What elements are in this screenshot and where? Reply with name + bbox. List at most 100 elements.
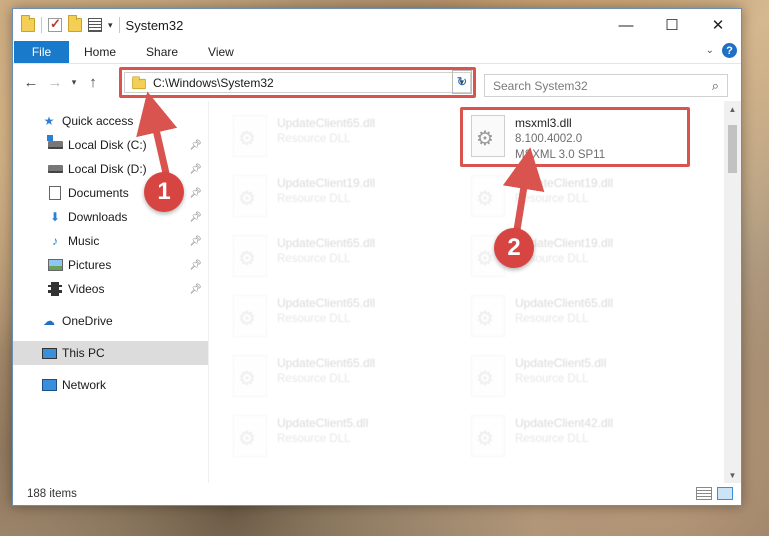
pictures-icon [47, 258, 63, 272]
pin-icon[interactable]: 📌︎ [189, 188, 202, 199]
window-controls: — ☐ ✕ [603, 9, 741, 41]
pin-icon[interactable]: 📌︎ [189, 164, 202, 175]
dll-file-icon [233, 115, 267, 157]
customize-toolbar-caret-icon[interactable]: ▾ [108, 20, 113, 31]
file-name: UpdateClient19.dll [277, 176, 376, 190]
maximize-button[interactable]: ☐ [649, 9, 695, 41]
file-type: Resource DLL [277, 313, 351, 325]
address-path[interactable]: C:\Windows\System32 [153, 76, 274, 90]
search-placeholder: Search System32 [493, 78, 588, 93]
sidebar-item-label: This PC [62, 346, 105, 360]
ribbon-tabs: File Home Share View ⌄ ? [13, 41, 741, 63]
pin-icon[interactable]: 📌︎ [189, 260, 202, 271]
new-folder-icon[interactable] [68, 15, 82, 32]
explorer-window: ▾ System32 — ☐ ✕ File Home Share View ⌄ … [12, 8, 742, 506]
file-type: Resource DLL [515, 313, 589, 325]
pin-icon[interactable]: 📌︎ [189, 236, 202, 247]
star-icon: ★ [43, 114, 55, 128]
address-bar[interactable]: C:\Windows\System32 ▾ [124, 72, 471, 93]
file-item[interactable]: UpdateClient65.dll Resource DLL [467, 291, 687, 345]
help-icon[interactable]: ? [722, 43, 737, 58]
network-icon [41, 378, 57, 392]
file-name: UpdateClient65.dll [277, 236, 376, 250]
sidebar-item-label: Quick access [62, 114, 134, 128]
file-name: UpdateClient65.dll [277, 116, 376, 130]
this-pc-icon [41, 346, 57, 360]
file-name: UpdateClient42.dll [515, 416, 614, 430]
tab-share[interactable]: Share [131, 41, 193, 63]
search-icon[interactable]: ⌕ [712, 78, 719, 94]
up-button[interactable]: ↑ [81, 74, 105, 91]
properties-check-icon[interactable] [48, 16, 62, 32]
sidebar-item-label: Local Disk (C:) [68, 138, 147, 152]
drive-c-icon [46, 135, 63, 152]
pin-icon[interactable]: 📌︎ [189, 140, 202, 151]
sidebar-item-network[interactable]: Network [13, 373, 208, 397]
expand-ribbon-chevron-icon[interactable]: ⌄ [706, 45, 714, 56]
back-button[interactable]: ← [19, 74, 43, 91]
file-name: UpdateClient5.dll [515, 356, 607, 370]
dll-file-icon [471, 295, 505, 337]
sidebar-item-label: Downloads [68, 210, 128, 224]
scroll-up-icon[interactable]: ▲ [724, 101, 741, 117]
sidebar-item-this-pc[interactable]: This PC [13, 341, 208, 365]
scroll-thumb[interactable] [728, 125, 737, 173]
vertical-scrollbar[interactable]: ▲ ▼ [724, 101, 741, 483]
sidebar-item-onedrive[interactable]: ☁ OneDrive [13, 309, 208, 333]
scroll-down-icon[interactable]: ▼ [724, 467, 741, 483]
sidebar-item-label: Network [62, 378, 107, 392]
close-button[interactable]: ✕ [695, 9, 741, 41]
file-type: Resource DLL [515, 373, 589, 385]
step-2-badge: 2 [494, 228, 534, 268]
window-title: System32 [125, 17, 184, 33]
quick-access-toolbar: ▾ [13, 9, 120, 41]
music-icon: ♪ [52, 234, 58, 248]
sidebar-item-downloads[interactable]: ⬇ Downloads 📌︎ [13, 205, 208, 229]
file-type: Resource DLL [515, 193, 589, 205]
file-item[interactable]: UpdateClient42.dll Resource DLL [467, 411, 687, 465]
file-type: Resource DLL [277, 193, 351, 205]
toolbar-divider [118, 17, 120, 33]
large-icons-view-icon[interactable] [717, 487, 733, 500]
file-item[interactable]: UpdateClient5.dll Resource DLL [229, 411, 449, 465]
sidebar-item-local-disk-d[interactable]: Local Disk (D:) 📌︎ [13, 157, 208, 181]
sidebar-item-quick-access[interactable]: ★ Quick access [13, 109, 208, 133]
tab-view[interactable]: View [193, 41, 249, 63]
sidebar-item-pictures[interactable]: Pictures 📌︎ [13, 253, 208, 277]
file-item[interactable]: UpdateClient65.dll Resource DLL [229, 351, 449, 405]
pin-icon[interactable]: 📌︎ [189, 212, 202, 223]
file-item[interactable]: UpdateClient19.dll Resource DLL [467, 171, 687, 225]
view-properties-icon[interactable] [88, 18, 102, 32]
file-type: Resource DLL [277, 253, 351, 265]
sidebar-item-local-disk-c[interactable]: Local Disk (C:) 📌︎ [13, 133, 208, 157]
file-item[interactable]: UpdateClient65.dll Resource DLL [229, 111, 449, 165]
file-type: Resource DLL [277, 373, 351, 385]
file-name: UpdateClient65.dll [277, 296, 376, 310]
sidebar-item-music[interactable]: ♪ Music 📌︎ [13, 229, 208, 253]
download-icon: ⬇ [49, 210, 61, 224]
file-type: Resource DLL [277, 133, 351, 145]
file-item[interactable]: UpdateClient65.dll Resource DLL [229, 231, 449, 285]
details-view-icon[interactable] [696, 487, 712, 500]
minimize-button[interactable]: — [603, 9, 649, 41]
tab-file[interactable]: File [14, 41, 69, 63]
refresh-button[interactable]: ↻ [452, 70, 472, 94]
folder-icon [21, 15, 35, 32]
recent-locations-button[interactable]: ▾ [67, 77, 81, 88]
pin-icon[interactable]: 📌︎ [189, 284, 202, 295]
search-input[interactable]: Search System32 ⌕ [484, 74, 728, 97]
dll-file-icon [471, 415, 505, 457]
tab-home[interactable]: Home [69, 41, 131, 63]
sidebar-item-videos[interactable]: Videos 📌︎ [13, 277, 208, 301]
file-item[interactable]: UpdateClient5.dll Resource DLL [467, 351, 687, 405]
toolbar-divider [41, 17, 42, 33]
file-item[interactable]: UpdateClient19.dll Resource DLL [229, 171, 449, 225]
navigation-pane: ★ Quick access Local Disk (C:) 📌︎ Local … [13, 101, 209, 483]
dll-file-icon [233, 355, 267, 397]
address-highlight-box: C:\Windows\System32 ▾ [119, 67, 476, 98]
dll-file-icon [471, 175, 505, 217]
forward-button[interactable]: → [43, 74, 67, 91]
file-item[interactable]: UpdateClient65.dll Resource DLL [229, 291, 449, 345]
dll-file-icon [233, 295, 267, 337]
step-1-badge: 1 [144, 172, 184, 212]
